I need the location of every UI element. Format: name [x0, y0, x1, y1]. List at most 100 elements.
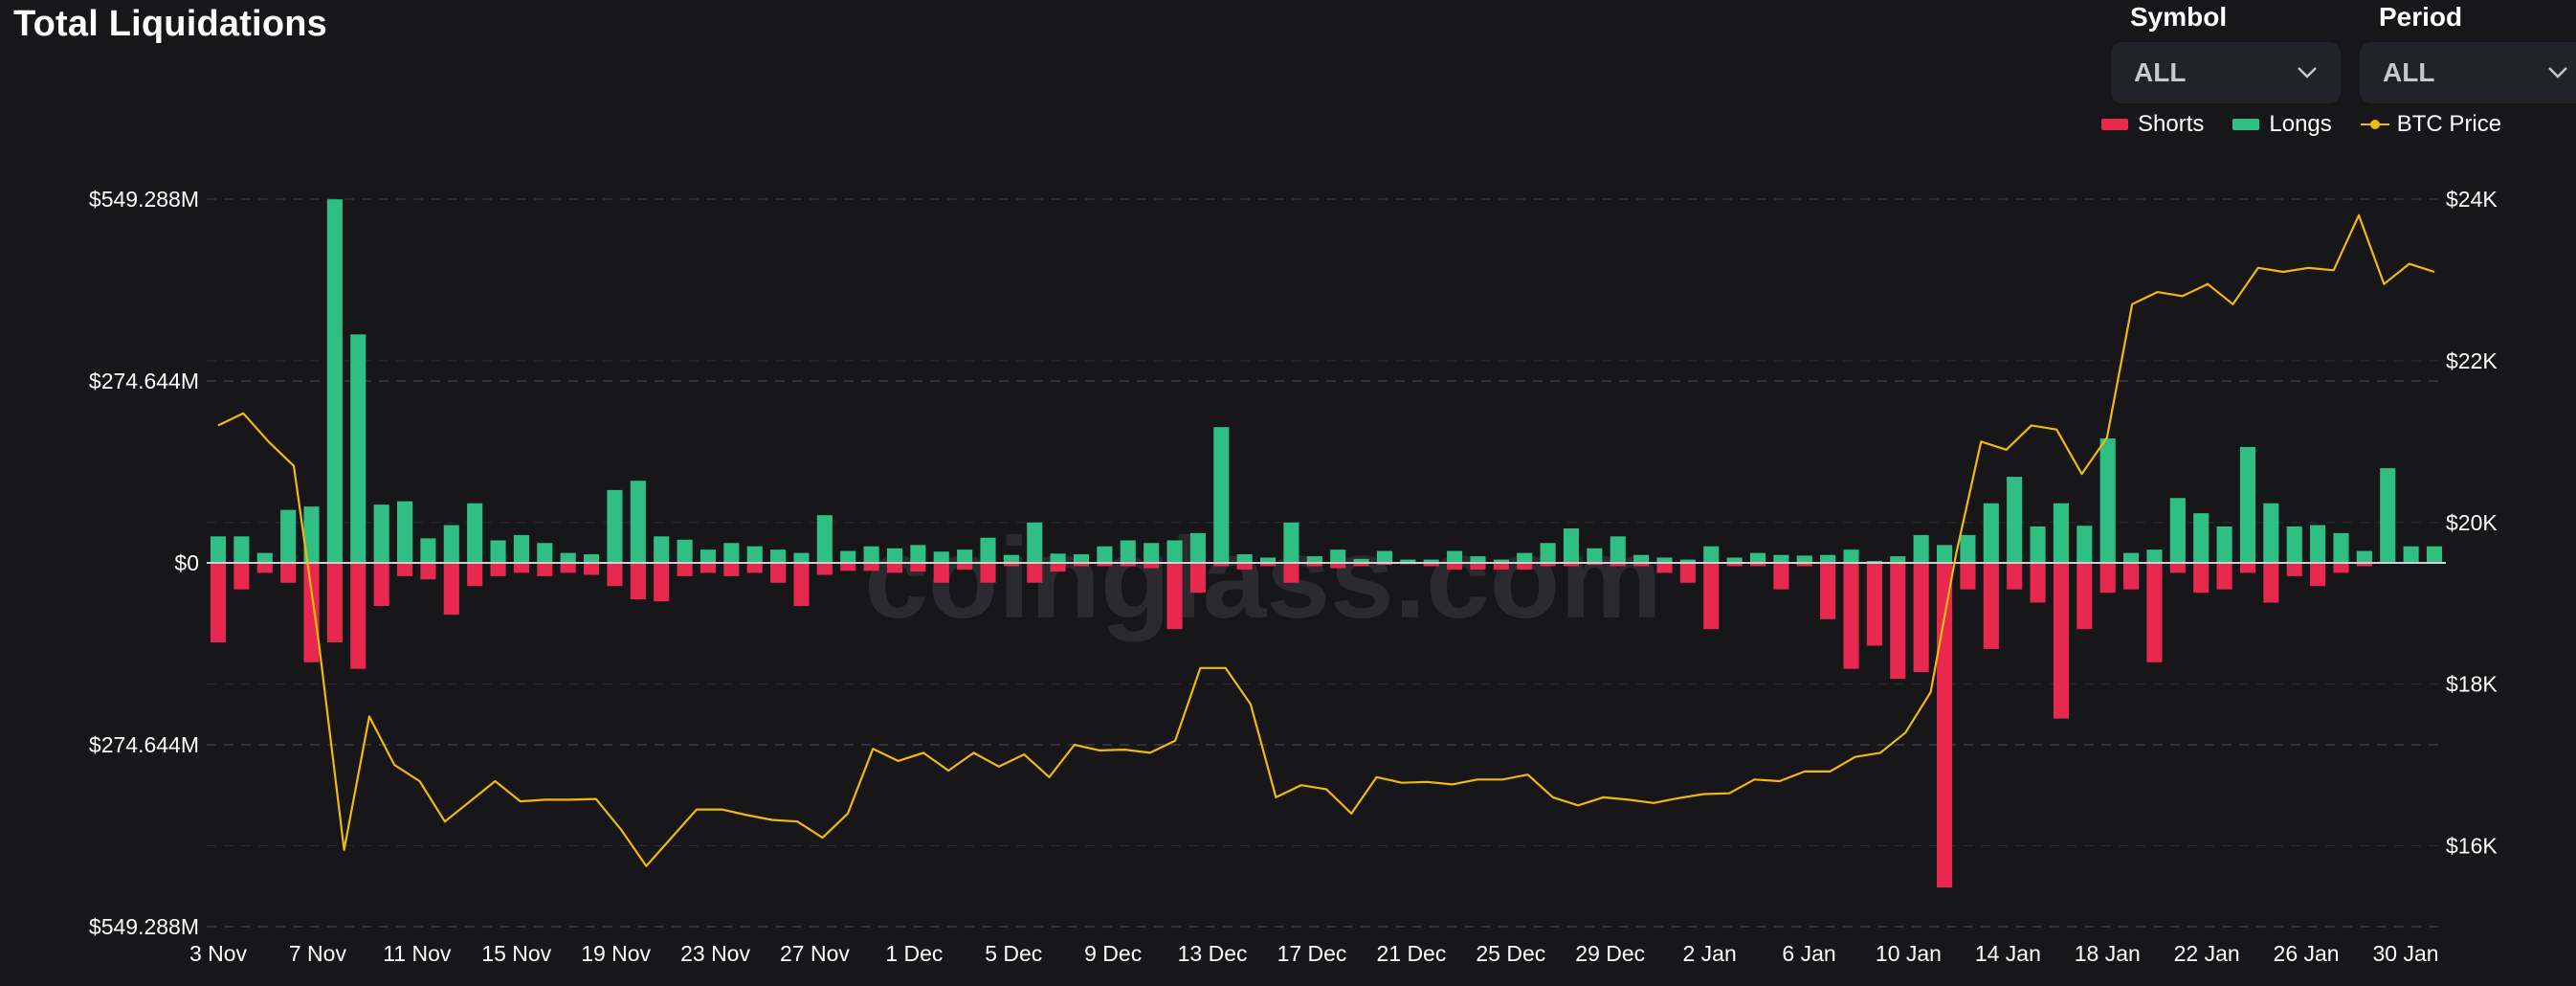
- longs-bar[interactable]: [1003, 554, 1019, 563]
- shorts-bar[interactable]: [2123, 563, 2140, 590]
- longs-bar[interactable]: [210, 536, 227, 563]
- longs-bar[interactable]: [2263, 503, 2279, 563]
- longs-bar[interactable]: [1749, 552, 1766, 563]
- longs-bar[interactable]: [1913, 534, 1929, 563]
- shorts-bar[interactable]: [630, 563, 646, 600]
- shorts-bar[interactable]: [1166, 563, 1183, 630]
- longs-bar[interactable]: [723, 543, 740, 563]
- shorts-bar[interactable]: [746, 563, 763, 573]
- shorts-bar[interactable]: [2030, 563, 2046, 603]
- shorts-bar[interactable]: [2333, 563, 2349, 573]
- shorts-bar[interactable]: [1447, 563, 1463, 570]
- longs-bar[interactable]: [1447, 550, 1463, 563]
- longs-bar[interactable]: [1144, 543, 1160, 563]
- shorts-bar[interactable]: [2007, 563, 2023, 590]
- shorts-bar[interactable]: [1050, 563, 1066, 571]
- longs-bar[interactable]: [584, 554, 600, 563]
- longs-bar[interactable]: [1587, 548, 1603, 563]
- shorts-bar[interactable]: [2146, 563, 2163, 662]
- shorts-bar[interactable]: [793, 563, 810, 606]
- longs-bar[interactable]: [1703, 546, 1720, 563]
- shorts-bar[interactable]: [2310, 563, 2326, 587]
- shorts-bar[interactable]: [1679, 563, 1696, 583]
- longs-bar[interactable]: [1843, 549, 1859, 563]
- longs-bar[interactable]: [2053, 503, 2069, 563]
- shorts-bar[interactable]: [1656, 563, 1673, 573]
- shorts-bar[interactable]: [1493, 563, 1509, 570]
- longs-bar[interactable]: [1540, 543, 1556, 563]
- longs-bar[interactable]: [1773, 554, 1789, 563]
- longs-bar[interactable]: [1213, 427, 1230, 563]
- longs-bar[interactable]: [770, 549, 787, 563]
- longs-bar[interactable]: [1936, 545, 1953, 563]
- shorts-bar[interactable]: [513, 563, 529, 573]
- longs-bar[interactable]: [2030, 526, 2046, 563]
- shorts-bar[interactable]: [840, 563, 856, 571]
- shorts-bar[interactable]: [1843, 563, 1859, 669]
- longs-bar[interactable]: [1517, 552, 1533, 563]
- shorts-bar[interactable]: [537, 563, 553, 576]
- shorts-bar[interactable]: [654, 563, 670, 602]
- longs-bar[interactable]: [326, 199, 343, 564]
- longs-bar[interactable]: [1073, 554, 1090, 563]
- longs-bar[interactable]: [1796, 555, 1812, 563]
- shorts-bar[interactable]: [584, 563, 600, 575]
- longs-bar[interactable]: [256, 552, 273, 563]
- longs-bar[interactable]: [350, 334, 366, 563]
- longs-bar[interactable]: [1027, 522, 1043, 563]
- shorts-bar[interactable]: [2193, 563, 2210, 594]
- longs-bar[interactable]: [957, 549, 973, 563]
- shorts-bar[interactable]: [1470, 563, 1486, 570]
- shorts-bar[interactable]: [607, 563, 623, 587]
- longs-bar[interactable]: [630, 481, 646, 563]
- longs-bar[interactable]: [1470, 556, 1486, 563]
- longs-bar[interactable]: [1563, 528, 1580, 563]
- shorts-bar[interactable]: [863, 563, 879, 571]
- shorts-bar[interactable]: [2099, 563, 2116, 594]
- longs-bar[interactable]: [537, 543, 553, 563]
- longs-bar[interactable]: [396, 501, 413, 563]
- shorts-bar[interactable]: [1820, 563, 1836, 619]
- shorts-bar[interactable]: [723, 563, 740, 576]
- shorts-bar[interactable]: [816, 563, 833, 575]
- longs-bar[interactable]: [2286, 526, 2302, 563]
- shorts-bar[interactable]: [2216, 563, 2232, 590]
- longs-bar[interactable]: [793, 552, 810, 563]
- shorts-bar[interactable]: [1960, 563, 1976, 590]
- longs-bar[interactable]: [1050, 553, 1066, 563]
- longs-bar[interactable]: [816, 515, 833, 563]
- longs-bar[interactable]: [654, 536, 670, 563]
- longs-bar[interactable]: [1236, 554, 1253, 563]
- shorts-bar[interactable]: [1703, 563, 1720, 630]
- longs-bar[interactable]: [443, 525, 459, 563]
- longs-bar[interactable]: [2193, 513, 2210, 563]
- longs-bar[interactable]: [677, 539, 693, 563]
- longs-bar[interactable]: [1890, 556, 1906, 563]
- shorts-bar[interactable]: [420, 563, 436, 580]
- shorts-bar[interactable]: [467, 563, 483, 587]
- shorts-bar[interactable]: [1189, 563, 1206, 594]
- shorts-bar[interactable]: [957, 563, 973, 570]
- shorts-bar[interactable]: [233, 563, 250, 590]
- longs-bar[interactable]: [2333, 532, 2349, 563]
- longs-bar[interactable]: [2403, 546, 2419, 563]
- shorts-bar[interactable]: [2286, 563, 2302, 576]
- longs-bar[interactable]: [513, 534, 529, 563]
- shorts-bar[interactable]: [1913, 563, 1929, 673]
- longs-bar[interactable]: [1960, 534, 1976, 563]
- longs-bar[interactable]: [233, 536, 250, 563]
- shorts-bar[interactable]: [396, 563, 413, 576]
- longs-bar[interactable]: [1120, 540, 1136, 563]
- shorts-bar[interactable]: [1890, 563, 1906, 680]
- longs-bar[interactable]: [700, 549, 717, 563]
- shorts-bar[interactable]: [443, 563, 459, 615]
- longs-bar[interactable]: [2146, 549, 2163, 563]
- longs-bar[interactable]: [420, 538, 436, 563]
- longs-bar[interactable]: [607, 489, 623, 563]
- longs-bar[interactable]: [746, 546, 763, 563]
- shorts-bar[interactable]: [210, 563, 227, 643]
- longs-bar[interactable]: [2310, 525, 2326, 563]
- shorts-bar[interactable]: [1236, 563, 1253, 570]
- longs-bar[interactable]: [280, 509, 297, 563]
- shorts-bar[interactable]: [2263, 563, 2279, 603]
